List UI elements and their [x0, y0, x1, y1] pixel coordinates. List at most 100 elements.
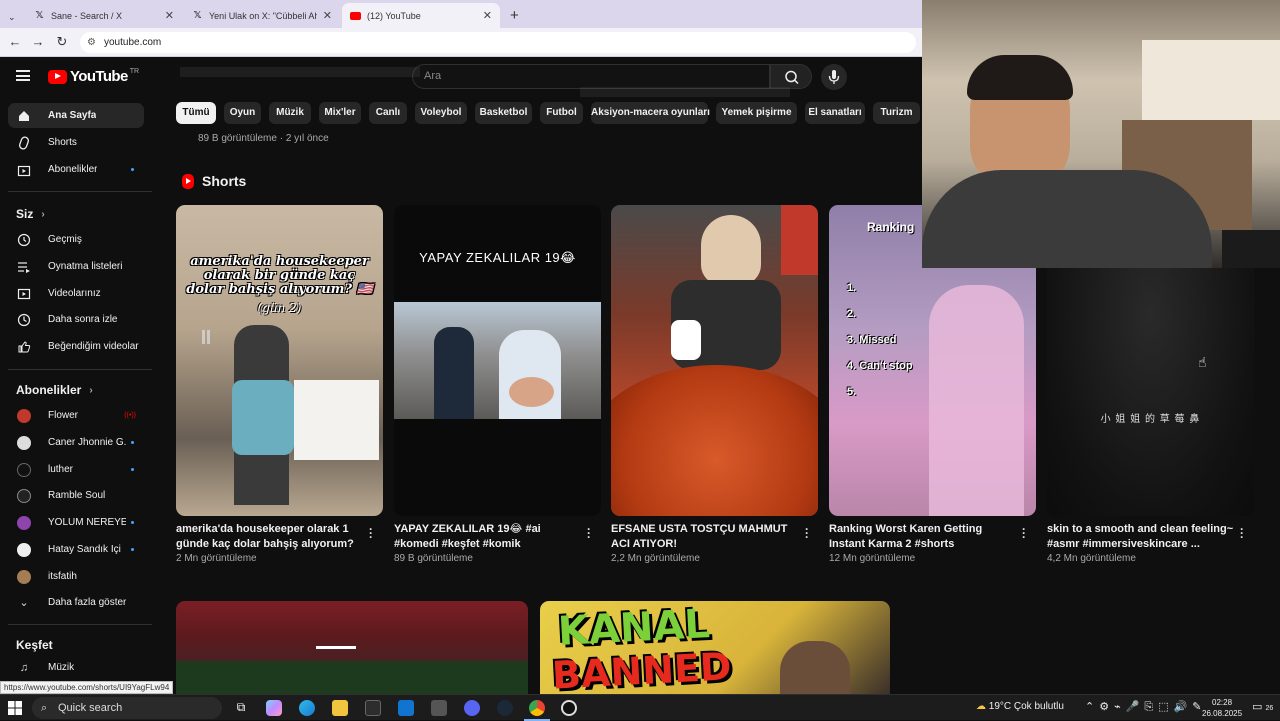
explore-section-header: Keşfet — [16, 638, 53, 652]
sidebar-item-liked-videos[interactable]: Beğendiğim videolar — [8, 334, 144, 359]
shirt-shape — [232, 380, 294, 455]
short-title[interactable]: Ranking Worst Karen Getting Instant Karm… — [829, 522, 1016, 552]
system-tray-icons[interactable]: ⌃⚙⌁🎤⎘⬚🔊✎ — [1085, 700, 1207, 714]
tab-youtube[interactable]: (12) YouTube ✕ — [342, 3, 500, 28]
you-section-header[interactable]: Siz › — [16, 207, 45, 221]
sidebar-item-your-videos[interactable]: Videolarınız — [8, 281, 144, 306]
outlook-icon[interactable] — [398, 700, 414, 716]
short-title[interactable]: amerika'da housekeeper olarak 1 günde ka… — [176, 522, 363, 552]
subscriptions-section-header[interactable]: Abonelikler › — [16, 383, 93, 397]
clock-time: 02:28 — [1212, 698, 1233, 707]
steam-icon[interactable] — [497, 700, 513, 716]
close-icon[interactable]: ✕ — [483, 9, 492, 22]
sidebar-channel-luther[interactable]: luther — [8, 457, 144, 482]
chrome-icon[interactable] — [529, 700, 545, 716]
more-options-icon[interactable]: · · · — [1022, 523, 1026, 543]
reload-button[interactable]: ↻ — [54, 34, 70, 50]
forward-button[interactable]: → — [30, 34, 46, 50]
chip-cooking[interactable]: Yemek pişirme — [716, 102, 797, 124]
back-button[interactable]: ← — [7, 34, 23, 50]
short-thumbnail[interactable] — [611, 205, 818, 516]
menu-icon[interactable] — [16, 70, 30, 81]
short-title[interactable]: skin to a smooth and clean feeling~ #asm… — [1047, 522, 1234, 552]
sidebar-show-more[interactable]: ⌄ Daha fazla göster — [8, 590, 144, 615]
short-thumbnail[interactable]: YAPAY ZEKALILAR 19😂 — [394, 205, 601, 516]
sidebar-channel-yolum-nereye[interactable]: YOLUM NEREYE ... — [8, 510, 144, 535]
new-content-dot — [131, 548, 134, 551]
new-tab-button[interactable]: + — [502, 3, 522, 28]
discord-icon[interactable] — [464, 700, 480, 716]
short-title[interactable]: YAPAY ZEKALILAR 19😂 #ai #komedi #keşfet … — [394, 522, 581, 552]
chip-music[interactable]: Müzik — [269, 102, 311, 124]
sidebar-item-history[interactable]: Geçmiş — [8, 227, 144, 252]
sidebar-item-watch-later[interactable]: Daha sonra izle — [8, 307, 144, 332]
close-icon[interactable]: ✕ — [323, 9, 332, 22]
chip-volleyball[interactable]: Voleybol — [415, 102, 467, 124]
tab-yeni-ulak[interactable]: 𝕏 Yeni Ulak on X: "Cübbeli Ahmet ✕ — [184, 3, 340, 28]
chip-mixes[interactable]: Mix'ler — [319, 102, 361, 124]
chip-action-adventure[interactable]: Aksiyon-macera oyunları — [591, 102, 710, 124]
avatar — [17, 542, 31, 557]
avatar — [17, 408, 31, 423]
chip-basketball[interactable]: Basketbol — [475, 102, 532, 124]
more-options-icon[interactable]: · · · — [369, 523, 373, 543]
copilot-icon[interactable] — [266, 700, 282, 716]
video-thumbnail[interactable]: KANAL BANNED — [540, 601, 890, 694]
channel-name: Caner Jhonnie G... — [48, 437, 126, 448]
sidebar-channel-hatay-sandik[interactable]: Hatay Sandık İçi — [8, 537, 144, 562]
youtube-logo[interactable]: YouTube TR — [48, 68, 139, 85]
browser-tab-bar: ⌄ 𝕏 Sane - Search / X ✕ 𝕏 Yeni Ulak on X… — [0, 0, 922, 28]
sidebar-item-home[interactable]: Ana Sayfa — [8, 103, 144, 128]
section-title: Siz — [16, 207, 34, 221]
sidebar-channel-itsfatih[interactable]: itsfatih — [8, 564, 144, 589]
notification-center[interactable]: ▭ 26 — [1252, 700, 1273, 713]
thumbnail-overlay-text: YAPAY ZEKALILAR 19😂 — [419, 250, 576, 265]
ranking-item: 4. Can't stop — [847, 360, 913, 372]
photos-icon[interactable] — [431, 700, 447, 716]
weather-text: 19°C Çok bulutlu — [988, 701, 1064, 712]
short-title[interactable]: EFSANE USTA TOSTÇU MAHMUT ACI ATIYOR! — [611, 522, 798, 552]
cooking-pan — [611, 365, 818, 516]
chip-crafts[interactable]: El sanatları — [805, 102, 865, 124]
channel-name: Hatay Sandık İçi — [48, 544, 121, 555]
clock-date: 26.08.2025 — [1202, 709, 1243, 718]
watch-later-icon — [17, 313, 31, 327]
channel-name: Ramble Soul — [48, 490, 106, 501]
sidebar-channel-ramble-soul[interactable]: Ramble Soul — [8, 483, 144, 508]
edge-icon[interactable] — [299, 700, 315, 716]
weather-widget[interactable]: ☁ 19°C Çok bulutlu — [976, 701, 1064, 712]
reload-icon: ↻ — [56, 34, 68, 49]
task-view-icon[interactable]: ⧉ — [233, 700, 249, 716]
address-bar[interactable]: ⚙ youtube.com — [80, 32, 916, 53]
chip-gaming[interactable]: Oyun — [224, 102, 261, 124]
more-options-icon[interactable]: · · · — [1240, 523, 1244, 543]
thumbnail-overlay-text: BANNED — [550, 644, 733, 694]
store-icon[interactable] — [365, 700, 381, 716]
chip-live[interactable]: Canlı — [369, 102, 407, 124]
more-options-icon[interactable]: · · · — [805, 523, 809, 543]
close-icon[interactable]: ✕ — [165, 9, 174, 22]
short-thumbnail[interactable]: amerika'da housekeeper olarak bir günde … — [176, 205, 383, 516]
site-info-icon[interactable]: ⚙ — [87, 37, 96, 48]
sidebar-channel-caner[interactable]: Caner Jhonnie G... — [8, 430, 144, 455]
video-thumbnail[interactable] — [176, 601, 528, 694]
clock[interactable]: 02:28 26.08.2025 — [1202, 697, 1242, 719]
sidebar-item-playlists[interactable]: Oynatma listeleri — [8, 254, 144, 279]
file-explorer-icon[interactable] — [332, 700, 348, 716]
tab-list-button[interactable]: ⌄ — [2, 5, 22, 30]
avatar — [17, 462, 31, 477]
tab-sane-search[interactable]: 𝕏 Sane - Search / X ✕ — [26, 3, 182, 28]
start-button[interactable] — [8, 701, 22, 715]
more-options-icon[interactable]: · · · — [587, 523, 591, 543]
sidebar-item-subscriptions[interactable]: Abonelikler — [8, 157, 144, 182]
sidebar-item-shorts[interactable]: Shorts — [8, 130, 144, 155]
country-code: TR — [129, 68, 140, 75]
obs-icon[interactable] — [561, 700, 577, 716]
taskbar-search[interactable]: ⌕ Quick search — [32, 697, 222, 719]
chip-football[interactable]: Futbol — [540, 102, 583, 124]
sidebar-item-music[interactable]: ♫ Müzik — [8, 655, 144, 680]
chip-tourism[interactable]: Turizm — [873, 102, 920, 124]
chip-all[interactable]: Tümü — [176, 102, 216, 124]
shop-sign — [781, 205, 818, 275]
sidebar-channel-flower[interactable]: Flower ((•)) — [8, 403, 144, 428]
